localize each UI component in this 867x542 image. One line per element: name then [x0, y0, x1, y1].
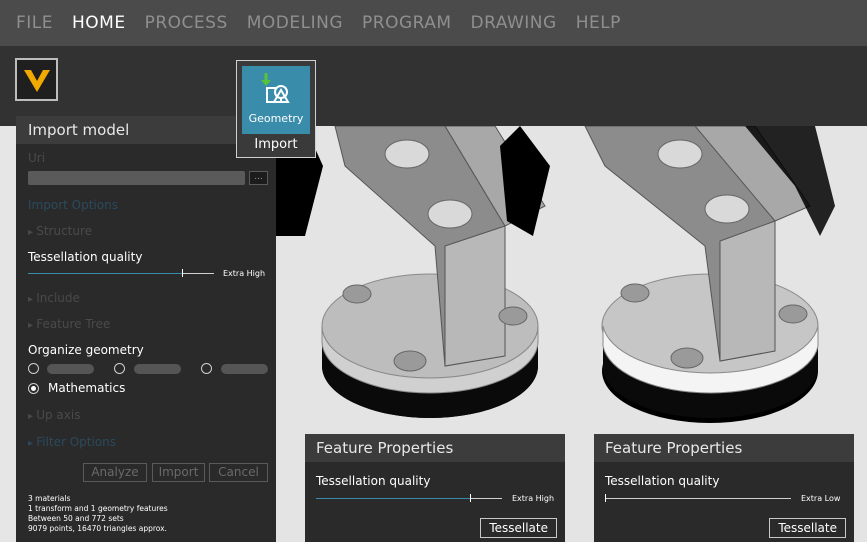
bolt-hole-right-3 [670, 347, 704, 369]
slider-fill [28, 273, 182, 274]
import-group-label: Import [254, 137, 298, 152]
menu-process[interactable]: PROCESS [145, 13, 228, 33]
organize-option-1-placeholder [47, 364, 94, 374]
import-model-panel: Import model Uri ... Import Options Stru… [16, 116, 276, 542]
arm-face-right [719, 220, 776, 362]
stats-line: 3 materials [28, 494, 71, 503]
feature-properties-panel-1: Feature Properties Tessellation quality … [305, 434, 565, 542]
geometry-import-icon [261, 73, 290, 103]
menu-home[interactable]: HOME [72, 13, 126, 33]
filter-options-section[interactable]: Filter Options [28, 435, 116, 449]
menu-bar: FILE HOME PROCESS MODELING PROGRAM DRAWI… [0, 0, 867, 46]
organize-radio-1[interactable] [28, 363, 39, 374]
uri-field[interactable] [28, 171, 245, 185]
tessellation-slider[interactable] [316, 493, 502, 505]
slider-thumb[interactable] [470, 494, 471, 502]
organize-geometry-label: Organize geometry [28, 343, 144, 357]
ribbon [0, 46, 867, 126]
bolt-hole-left-3 [393, 350, 427, 372]
geometry-import-button[interactable]: Geometry [242, 66, 310, 134]
bolt-hole-left-1 [342, 284, 372, 304]
analyze-button[interactable]: Analyze [83, 463, 147, 482]
organize-option-mathematics[interactable]: Mathematics [48, 381, 125, 395]
tessellation-slider[interactable] [28, 268, 214, 280]
tessellation-value: Extra Low [801, 494, 841, 503]
organize-radio-2[interactable] [114, 363, 125, 374]
up-axis-section[interactable]: Up axis [28, 408, 80, 422]
organize-radio-mathematics[interactable] [28, 383, 39, 394]
shadow-right [500, 126, 550, 236]
tessellation-quality-label: Tessellation quality [28, 250, 143, 264]
tessellation-slider[interactable] [605, 493, 791, 505]
slider-thumb[interactable] [182, 269, 183, 277]
organize-option-2-placeholder [134, 364, 181, 374]
app-window: FILE HOME PROCESS MODELING PROGRAM DRAWI… [0, 0, 867, 542]
menu-modeling[interactable]: MODELING [247, 13, 343, 33]
browse-button[interactable]: ... [249, 171, 268, 185]
menu-file[interactable]: FILE [16, 13, 53, 33]
feature-properties-title: Feature Properties [305, 434, 565, 462]
import-stats: 3 materials 1 transform and 1 geometry f… [28, 494, 168, 534]
v-logo-icon[interactable] [15, 58, 58, 101]
slider-fill [316, 498, 470, 499]
bolt-hole-left-2 [498, 306, 528, 326]
menu-drawing[interactable]: DRAWING [471, 13, 557, 33]
slider-thumb[interactable] [605, 494, 606, 502]
tessellation-quality-label: Tessellation quality [316, 474, 431, 488]
structure-section[interactable]: Structure [28, 224, 92, 238]
import-ribbon-group: Geometry Import [236, 60, 316, 158]
stats-line: Between 50 and 772 sets [28, 514, 124, 523]
uri-label: Uri [28, 151, 46, 165]
stats-line: 1 transform and 1 geometry features [28, 504, 168, 513]
import-button[interactable]: Import [152, 463, 205, 482]
slider-track [605, 498, 791, 499]
bolt-hole-right-2 [778, 304, 808, 324]
tessellation-value: Extra High [223, 269, 266, 278]
tessellation-quality-label: Tessellation quality [605, 474, 720, 488]
hole-left-1 [384, 139, 430, 169]
geometry-button-label: Geometry [248, 112, 304, 125]
tessellate-button[interactable]: Tessellate [769, 518, 846, 538]
tessellate-button[interactable]: Tessellate [480, 518, 557, 538]
organize-radio-3[interactable] [201, 363, 212, 374]
hole-right-2 [704, 194, 750, 224]
hole-left-2 [427, 199, 473, 229]
menu-program[interactable]: PROGRAM [362, 13, 452, 33]
organize-option-3-placeholder [221, 364, 268, 374]
menu-help[interactable]: HELP [576, 13, 621, 33]
feature-properties-panel-2: Feature Properties Tessellation quality … [594, 434, 854, 542]
hole-right-1 [657, 139, 703, 169]
cancel-button[interactable]: Cancel [209, 463, 268, 482]
import-options-label[interactable]: Import Options [28, 198, 118, 212]
include-section[interactable]: Include [28, 291, 80, 305]
tessellation-value: Extra High [512, 494, 555, 503]
feature-properties-title: Feature Properties [594, 434, 854, 462]
arm-face-left [444, 225, 506, 367]
stats-line: 9079 points, 16470 triangles approx. [28, 524, 167, 533]
bolt-hole-right-1 [620, 283, 650, 303]
feature-tree-section[interactable]: Feature Tree [28, 317, 110, 331]
